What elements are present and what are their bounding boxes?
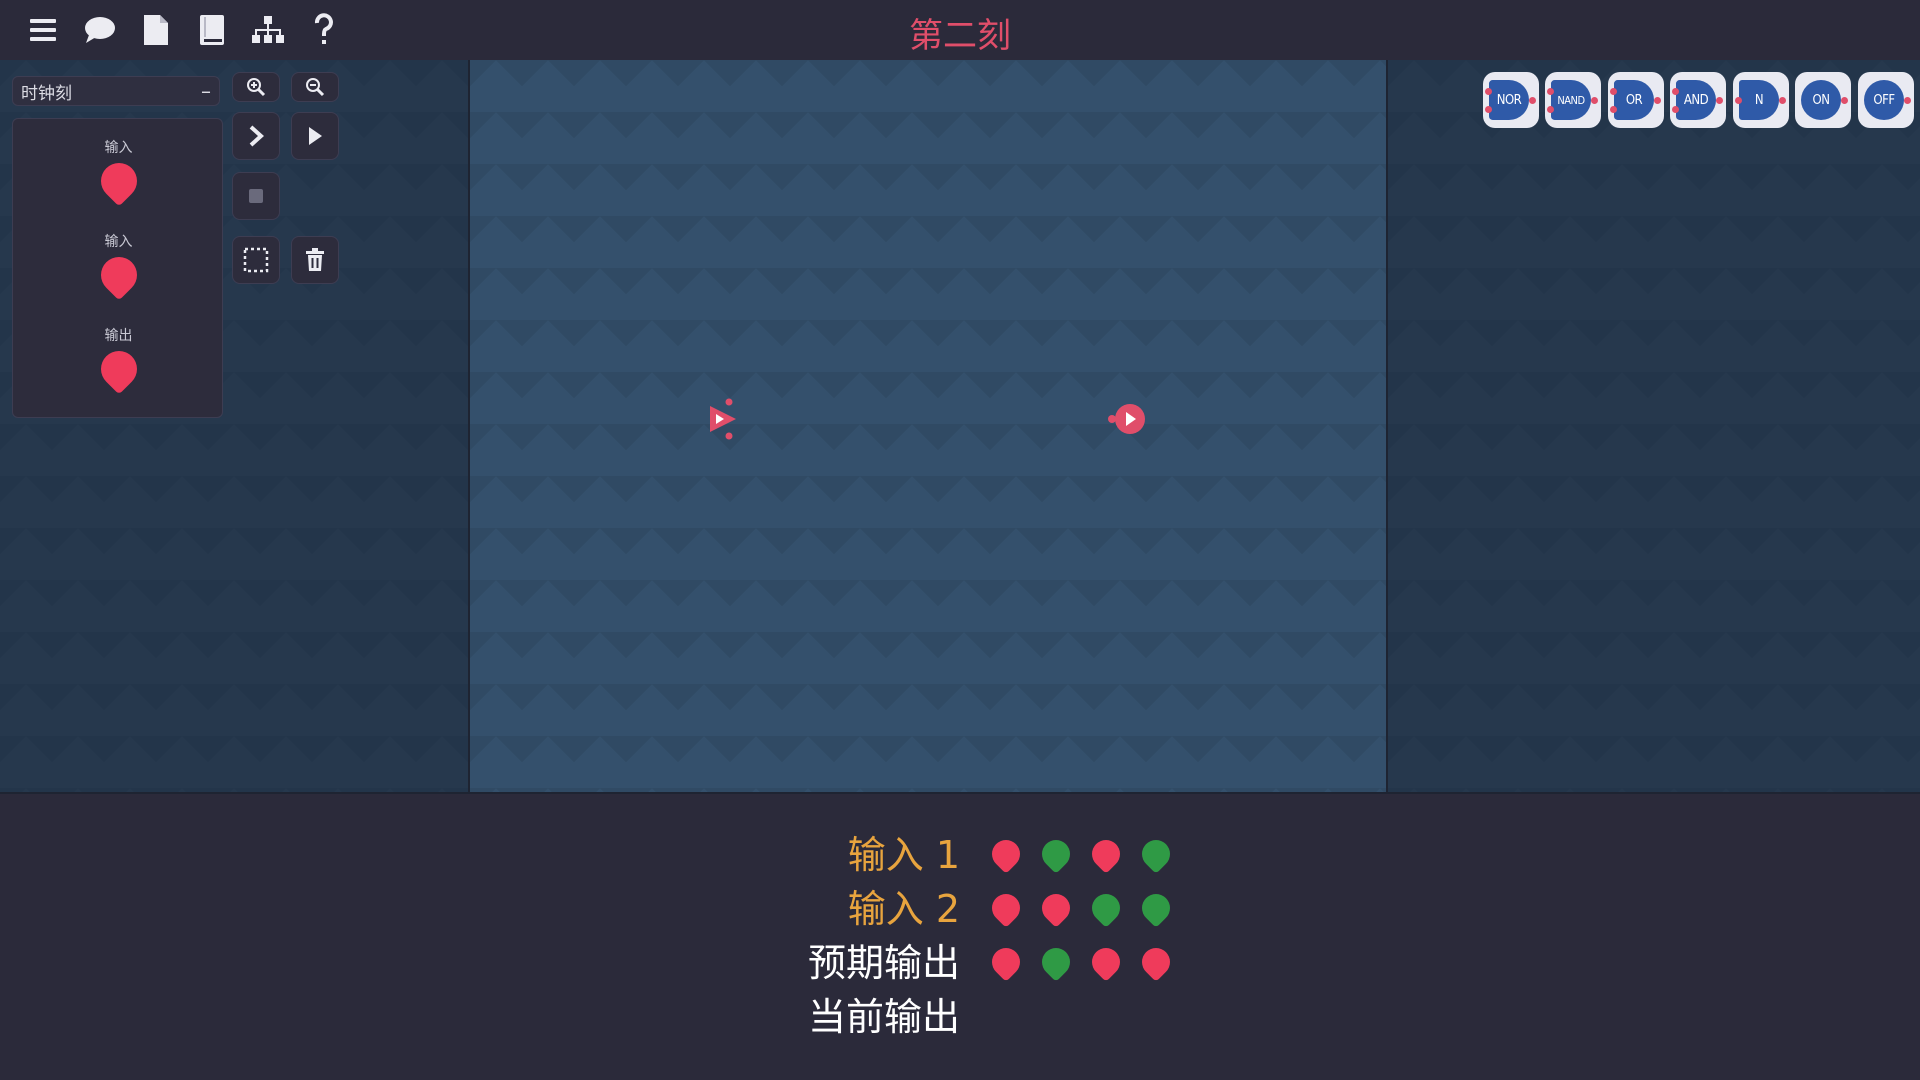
- truth-row-label-input-1: 输入 1: [847, 833, 960, 877]
- stop-icon: [249, 189, 263, 203]
- gate-nor[interactable]: NOR: [1483, 72, 1539, 128]
- truth-value-off: [1086, 834, 1126, 874]
- truth-value-off: [986, 834, 1026, 874]
- play-icon: [309, 127, 322, 145]
- gate-label: AND: [1683, 92, 1709, 108]
- right-panel-background: [1388, 60, 1920, 792]
- io-input-1[interactable]: 输入: [13, 137, 224, 207]
- level-title: 第二刻: [909, 16, 1011, 56]
- output-node[interactable]: [1107, 402, 1147, 440]
- level-select-value: 时钟刻: [21, 83, 72, 104]
- truth-value-off: [986, 888, 1026, 928]
- level-select[interactable]: 时钟刻 –: [12, 76, 220, 106]
- zoom-in-icon: [247, 78, 266, 97]
- select-icon: [243, 247, 269, 273]
- play-button[interactable]: [291, 112, 339, 160]
- gate-and[interactable]: AND: [1670, 72, 1726, 128]
- io-input-2[interactable]: 输入: [13, 231, 224, 301]
- gate-label: N: [1754, 92, 1764, 108]
- step-icon: [249, 125, 264, 147]
- stop-button[interactable]: [232, 172, 280, 220]
- truth-row-label-expected: 预期输出: [807, 941, 960, 985]
- io-panel: 输入 输入 输出: [12, 118, 223, 418]
- truth-value-off: [1086, 942, 1126, 982]
- truth-value-on: [1036, 942, 1076, 982]
- gate-on[interactable]: ON: [1795, 72, 1851, 128]
- truth-value-on: [1086, 888, 1126, 928]
- gate-label: NAND: [1557, 93, 1585, 107]
- truth-value-on: [1036, 834, 1076, 874]
- io-label: 输出: [104, 328, 133, 344]
- gate-label: NOR: [1496, 92, 1522, 108]
- truth-value-on: [1136, 888, 1176, 928]
- gate-label: ON: [1812, 92, 1830, 108]
- step-button[interactable]: [232, 112, 280, 160]
- select-button[interactable]: [232, 236, 280, 284]
- truth-value-on: [1136, 834, 1176, 874]
- truth-value-off: [1136, 942, 1176, 982]
- gate-or[interactable]: OR: [1608, 72, 1664, 128]
- zoom-out-button[interactable]: [291, 72, 339, 102]
- gate-off[interactable]: OFF: [1858, 72, 1914, 128]
- input-node[interactable]: [710, 398, 740, 444]
- gate-not[interactable]: N: [1733, 72, 1789, 128]
- delete-button[interactable]: [291, 236, 339, 284]
- truth-row-label-current: 当前输出: [807, 995, 960, 1039]
- input-2-toggle[interactable]: [93, 249, 144, 301]
- collapse-toggle[interactable]: –: [201, 79, 211, 103]
- gate-label: OFF: [1873, 92, 1895, 108]
- io-output: 输出: [13, 325, 224, 395]
- io-label: 输入: [104, 140, 133, 156]
- io-label: 输入: [104, 234, 133, 250]
- truth-table-panel: 输入 1 输入 2 预期输出 当前输出: [0, 792, 1920, 1080]
- circuit-canvas[interactable]: [468, 60, 1388, 792]
- gate-nand[interactable]: NAND: [1545, 72, 1601, 128]
- truth-value-off: [986, 942, 1026, 982]
- truth-row-label-input-2: 输入 2: [847, 887, 960, 931]
- zoom-out-icon: [306, 78, 325, 97]
- zoom-in-button[interactable]: [232, 72, 280, 102]
- output-indicator: [93, 343, 144, 395]
- input-1-toggle[interactable]: [93, 155, 144, 207]
- top-bar: 第二刻: [0, 0, 1920, 60]
- trash-icon: [306, 248, 324, 271]
- gate-label: OR: [1625, 92, 1643, 108]
- truth-value-off: [1036, 888, 1076, 928]
